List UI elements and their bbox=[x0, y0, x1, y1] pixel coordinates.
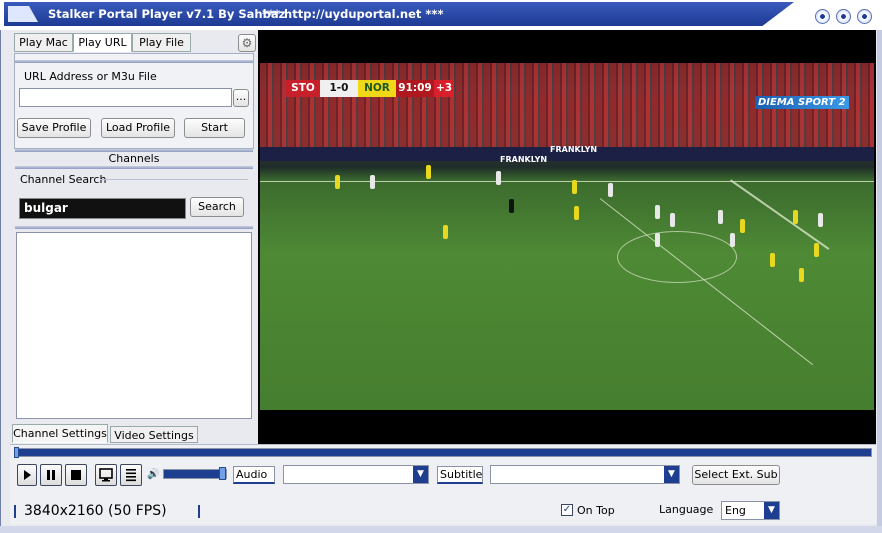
audio-dropdown[interactable] bbox=[283, 465, 429, 484]
player bbox=[655, 233, 660, 247]
window-border bbox=[0, 526, 882, 533]
minimize-icon[interactable] bbox=[815, 9, 830, 24]
url-label: URL Address or M3u File bbox=[24, 70, 157, 83]
url-input[interactable] bbox=[19, 88, 232, 107]
on-top-label: On Top bbox=[577, 504, 615, 517]
player bbox=[730, 233, 735, 247]
player bbox=[770, 253, 775, 267]
player bbox=[718, 210, 723, 224]
player bbox=[509, 199, 514, 213]
progress-bar[interactable] bbox=[14, 448, 872, 457]
player bbox=[740, 219, 745, 233]
progress-handle[interactable] bbox=[14, 447, 19, 458]
match-time: 91:09 bbox=[396, 80, 434, 97]
added-time: +3 bbox=[434, 80, 454, 97]
divider bbox=[15, 60, 253, 63]
player bbox=[574, 206, 579, 220]
pause-button[interactable] bbox=[40, 464, 62, 486]
player bbox=[443, 225, 448, 239]
tab-play-url[interactable]: Play URL bbox=[73, 33, 132, 52]
player bbox=[335, 175, 340, 189]
start-button[interactable]: Start bbox=[184, 118, 245, 138]
status-divider bbox=[198, 505, 200, 518]
divider bbox=[15, 166, 253, 169]
pitch-line bbox=[599, 198, 814, 366]
stadium-stand bbox=[260, 63, 874, 158]
select-ext-sub-button[interactable]: Select Ext. Sub bbox=[692, 465, 780, 485]
player bbox=[670, 213, 675, 227]
fps-text: (50 FPS) bbox=[108, 503, 167, 519]
player bbox=[496, 171, 501, 185]
audio-label: Audio bbox=[233, 466, 275, 484]
search-button[interactable]: Search bbox=[190, 197, 244, 217]
settings-gear-icon[interactable]: ⚙ bbox=[238, 34, 256, 52]
volume-icon: 🔊 bbox=[147, 469, 160, 480]
window-url: *** http://uyduportal.net *** bbox=[262, 7, 444, 21]
player bbox=[814, 243, 819, 257]
subtitle-label: Subtitle bbox=[437, 466, 483, 484]
load-profile-button[interactable]: Load Profile bbox=[101, 118, 175, 138]
divider bbox=[15, 226, 253, 229]
maximize-icon[interactable] bbox=[836, 9, 851, 24]
monitor-icon[interactable] bbox=[95, 464, 117, 486]
score-value: 1-0 bbox=[320, 80, 358, 97]
play-button[interactable] bbox=[17, 464, 37, 486]
language-label: Language bbox=[659, 503, 714, 516]
tab-video-settings[interactable]: Video Settings bbox=[110, 426, 198, 443]
player bbox=[370, 175, 375, 189]
ad-text: FRANKLYN bbox=[500, 155, 548, 164]
pitch-line bbox=[730, 179, 830, 250]
on-top-checkbox[interactable]: ✓ bbox=[561, 504, 573, 516]
group-line bbox=[100, 179, 248, 180]
player bbox=[799, 268, 804, 282]
chevron-down-icon[interactable]: ▼ bbox=[764, 502, 779, 519]
channel-list[interactable] bbox=[16, 232, 252, 419]
close-icon[interactable] bbox=[857, 9, 872, 24]
player bbox=[818, 213, 823, 227]
center-circle bbox=[617, 231, 737, 283]
tab-play-file[interactable]: Play File bbox=[132, 33, 191, 52]
status-divider bbox=[14, 505, 16, 518]
channel-search-input[interactable]: bulgar bbox=[19, 198, 186, 219]
window-title: Stalker Portal Player v7.1 By Sahbaz bbox=[48, 7, 286, 21]
player bbox=[572, 180, 577, 194]
tab-channel-settings[interactable]: Channel Settings bbox=[12, 424, 108, 443]
player bbox=[793, 210, 798, 224]
video-frame: FRANKLYN FRANKLYN bbox=[260, 63, 874, 410]
channel-logo: DIEMA SPORT 2 bbox=[755, 96, 849, 109]
chevron-down-icon[interactable]: ▼ bbox=[664, 466, 679, 483]
score-away: NOR bbox=[358, 80, 396, 97]
score-home: STO bbox=[286, 80, 320, 97]
channels-header: Channels bbox=[108, 152, 160, 165]
stop-button[interactable] bbox=[65, 464, 87, 486]
save-profile-button[interactable]: Save Profile bbox=[17, 118, 91, 138]
chevron-down-icon[interactable]: ▼ bbox=[413, 466, 428, 483]
resolution-text: 3840x2160 bbox=[24, 503, 104, 519]
channel-search-label: Channel Search bbox=[20, 173, 107, 186]
player bbox=[608, 183, 613, 197]
tab-play-mac[interactable]: Play Mac bbox=[14, 33, 73, 52]
playlist-icon[interactable] bbox=[120, 464, 142, 486]
ad-text: FRANKLYN bbox=[550, 145, 598, 154]
browse-button[interactable]: ... bbox=[233, 89, 249, 107]
volume-slider[interactable] bbox=[163, 469, 227, 479]
volume-handle[interactable] bbox=[219, 467, 226, 480]
window-border bbox=[877, 30, 882, 533]
pitch-line bbox=[260, 181, 874, 182]
subtitle-dropdown[interactable] bbox=[490, 465, 680, 484]
player bbox=[426, 165, 431, 179]
player bbox=[655, 205, 660, 219]
